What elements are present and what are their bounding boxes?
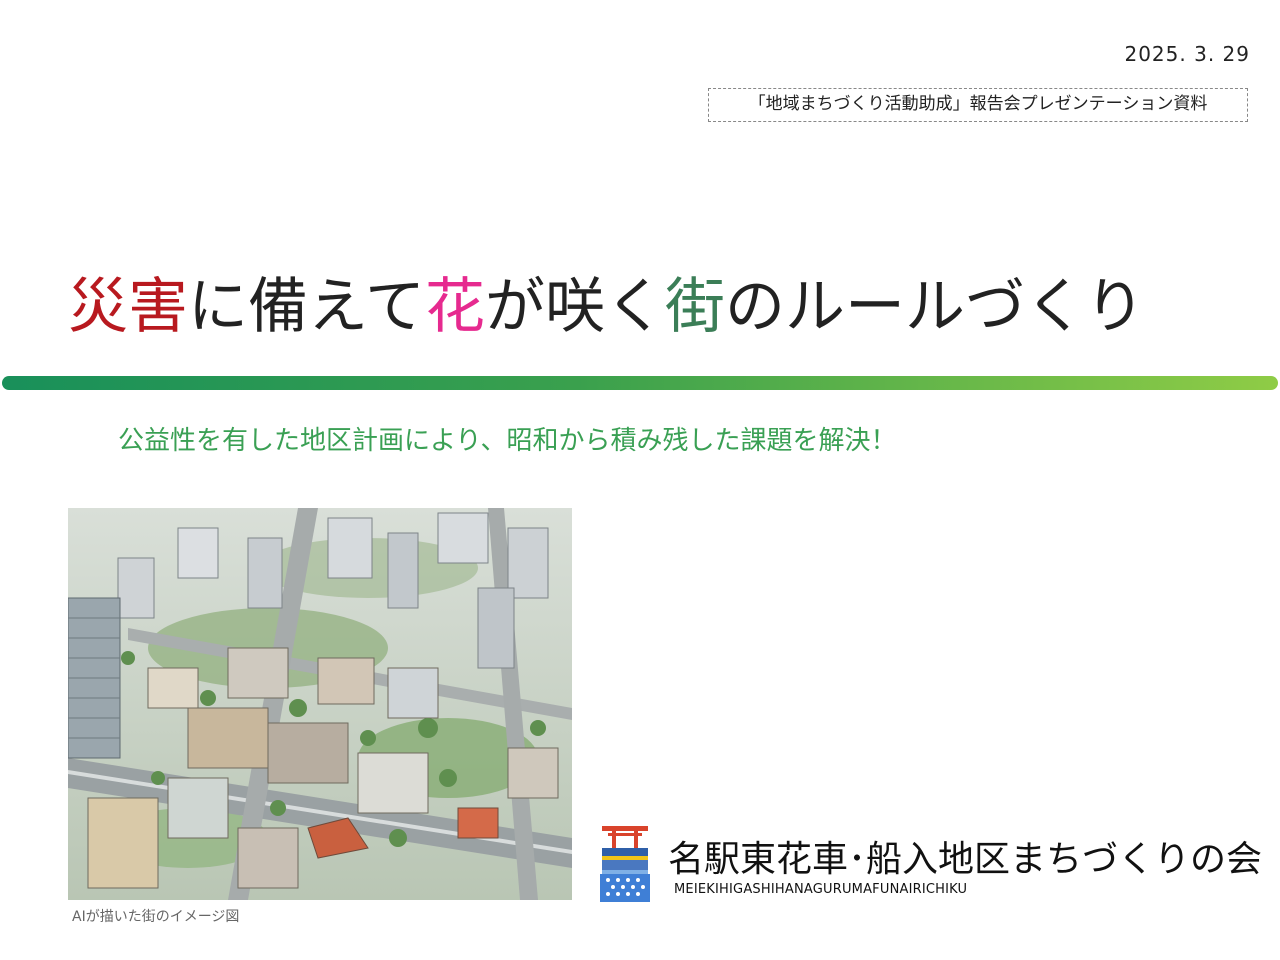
main-title: 災害に備えて花が咲く街のルールづくり — [68, 262, 1145, 352]
title-segment-2: に備えて — [188, 272, 425, 342]
presentation-date: 2025. 3. 29 — [1124, 42, 1250, 66]
title-underline-bar — [2, 376, 1278, 390]
title-segment-6: のルールづくり — [725, 272, 1145, 342]
city-illustration-graphic — [68, 508, 572, 900]
title-town: 街 — [665, 272, 725, 342]
city-illustration — [68, 508, 572, 900]
presentation-subtitle: 「地域まちづくり活動助成」報告会プレゼンテーション資料 — [708, 88, 1248, 122]
title-segment-4: が咲く — [485, 272, 665, 342]
image-caption: AIが描いた街のイメージ図 — [72, 909, 240, 925]
title-disaster: 災害 — [68, 272, 188, 342]
torii-lantern-logo-icon — [600, 826, 650, 902]
title-flower: 花 — [425, 272, 485, 342]
organization-romanized-name: MEIEKIHIGASHIHANAGURUMAFUNAIRICHIKU — [674, 882, 968, 897]
tagline: 公益性を有した地区計画により、昭和から積み残した課題を解決！ — [118, 426, 897, 456]
organization-name: 名駅東花車･船入地区まちづくりの会 — [668, 839, 1263, 880]
